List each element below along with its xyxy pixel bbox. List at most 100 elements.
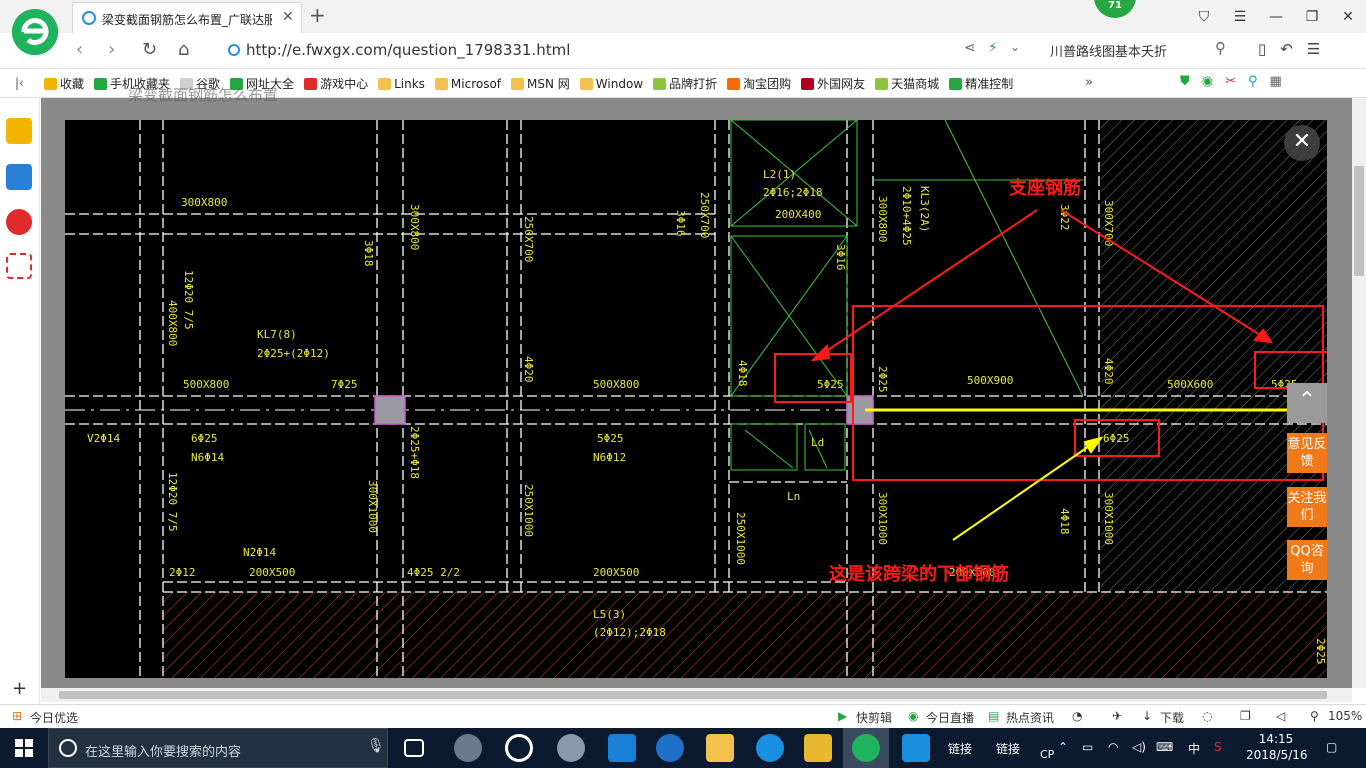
taskbar-clock[interactable]: 14:15 2018/5/16 [1246, 731, 1308, 763]
start-button[interactable] [0, 728, 48, 768]
edge-icon[interactable] [608, 734, 636, 762]
mobile-icon[interactable]: ▯ [1258, 40, 1266, 58]
360-browser-icon[interactable] [852, 734, 880, 762]
ie-browser-icon[interactable] [505, 734, 533, 762]
search-icon[interactable]: ⚲ [1215, 39, 1226, 57]
hot-news-link[interactable]: 热点资讯 [1006, 709, 1054, 726]
live-link[interactable]: 今日直播 [926, 709, 974, 726]
back-icon[interactable]: ‹ [76, 39, 83, 60]
wifi-icon[interactable]: ◠ [1108, 740, 1118, 754]
bookmark-item[interactable]: Window [579, 75, 643, 92]
close-window-button[interactable]: ✕ [1330, 0, 1366, 33]
tab-active[interactable]: 梁变截面钢筋怎么布置_广联达服 ✕ [72, 2, 302, 33]
sound-icon[interactable]: ◁ [1276, 709, 1285, 723]
forward-icon[interactable]: › [108, 39, 115, 60]
battery-icon[interactable]: ▭ [1082, 740, 1093, 754]
site-security-icon[interactable] [228, 44, 240, 56]
sidebar-add-icon[interactable]: + [12, 678, 27, 699]
shield-icon[interactable]: ⛊ [1180, 74, 1190, 89]
scrollbar-thumb[interactable] [59, 691, 1327, 699]
annotation-arrow-yellow [952, 436, 1104, 541]
taskbar-link-2[interactable]: 链接 [996, 740, 1020, 757]
menu-icon[interactable]: ☰ [1222, 0, 1258, 33]
grid-icon[interactable]: ▦ [1270, 74, 1282, 89]
bookmarks-overflow-icon[interactable]: » [1085, 75, 1093, 90]
speed-mode-icon[interactable]: ⚡ [988, 40, 998, 56]
bookmark-item[interactable]: 收藏 [44, 75, 84, 92]
keyboard-icon[interactable]: ⌨ [1156, 740, 1173, 754]
weibo-icon[interactable] [6, 209, 32, 235]
home-icon[interactable]: ⌂ [178, 39, 189, 60]
fan-app-icon[interactable] [454, 734, 482, 762]
scrollbar-thumb[interactable] [1354, 166, 1364, 276]
minimize-button[interactable]: — [1258, 0, 1294, 33]
restore-button[interactable]: ❐ [1294, 0, 1330, 33]
quick-edit-link[interactable]: 快剪辑 [856, 709, 892, 726]
pin-icon[interactable]: ✈ [1112, 709, 1122, 723]
download-accel-icon[interactable]: ◉ [1202, 74, 1213, 89]
task-view-icon[interactable] [404, 739, 424, 757]
feedback-button[interactable]: 意见反馈 [1287, 433, 1327, 473]
bookmark-item[interactable]: 天猫商城 [875, 75, 939, 92]
volume-icon[interactable]: ◁) [1132, 740, 1146, 754]
reload-icon[interactable]: ↻ [142, 39, 157, 60]
microphone-icon[interactable]: 🎙 [367, 738, 385, 754]
search-tool-icon[interactable]: ⚲ [1248, 74, 1258, 89]
new-tab-button[interactable]: + [309, 3, 326, 27]
more-menu-icon[interactable]: ☰ [1307, 40, 1320, 58]
bookmark-item[interactable]: Microsof [434, 75, 501, 92]
chevron-down-icon[interactable]: ⌄ [1010, 40, 1020, 54]
share-icon[interactable]: ⋖ [964, 40, 976, 56]
horizontal-scrollbar[interactable] [41, 688, 1352, 702]
clean-icon[interactable]: ◌ [1202, 709, 1212, 723]
skin-icon[interactable]: ⛉ [1186, 0, 1222, 33]
speed-icon[interactable]: ◔ [1072, 709, 1082, 723]
tab-close-icon[interactable]: ✕ [282, 9, 294, 25]
bookmark-label: 品牌打折 [669, 77, 718, 91]
scissors-icon[interactable]: ✂ [1225, 74, 1236, 89]
bookmark-item[interactable]: 外国网友 [801, 75, 865, 92]
browser-logo-icon[interactable] [12, 9, 58, 55]
site-favicon-icon [82, 11, 96, 25]
favorites-star-icon[interactable] [6, 118, 32, 144]
sogou-icon[interactable]: S [1214, 740, 1222, 754]
tray-chevron-icon[interactable]: ⌃ [1058, 740, 1068, 754]
today-picks-link[interactable]: 今日优选 [30, 709, 78, 726]
mail-icon[interactable] [6, 253, 32, 279]
browser-app-icon[interactable] [557, 734, 585, 762]
g-app-icon[interactable] [756, 734, 784, 762]
undo-icon[interactable]: ↶ [1280, 40, 1293, 58]
ime-indicator[interactable]: CP [1040, 748, 1054, 761]
action-center-icon[interactable]: ▢ [1326, 740, 1337, 754]
close-viewer-button[interactable]: ✕ [1284, 125, 1320, 161]
follow-us-button[interactable]: 关注我们 [1287, 487, 1327, 527]
vertical-scrollbar[interactable] [1352, 98, 1366, 688]
network-app-icon[interactable] [902, 734, 930, 762]
qq-consult-button[interactable]: QQ咨询 [1287, 540, 1327, 580]
back-to-top-button[interactable]: ⌃ [1287, 383, 1327, 423]
cad-label: 200X400 [775, 208, 821, 221]
zoom-level[interactable]: 105% [1328, 709, 1362, 723]
bookmark-item[interactable]: 游戏中心 [304, 75, 368, 92]
file-explorer-icon[interactable] [706, 734, 734, 762]
sidebar-toggle-icon[interactable]: |‹ [15, 76, 24, 90]
language-indicator[interactable]: 中 [1188, 740, 1200, 757]
download-link[interactable]: 下载 [1160, 709, 1184, 726]
internet-explorer-icon[interactable] [656, 734, 684, 762]
bookmark-item[interactable]: 品牌打折 [653, 75, 717, 92]
window-icon[interactable]: ❐ [1240, 709, 1251, 723]
cad-label: 200X500 [593, 566, 639, 579]
cad-image-viewer[interactable]: 300X800 400X800 12Φ20 7/5 KL7(8) 2Φ25+(2… [65, 120, 1327, 678]
taskbar-search-box[interactable]: 在这里输入你要搜索的内容 🎙 [48, 728, 388, 768]
news-list-icon[interactable] [6, 164, 32, 190]
bookmark-item[interactable]: Links [378, 75, 425, 92]
url-input[interactable]: http://e.fwxgx.com/question_1798331.html… [222, 38, 1032, 64]
notes-app-icon[interactable] [804, 734, 832, 762]
search-input[interactable]: 川普路线图基本夭折 [1050, 41, 1167, 60]
notification-badge[interactable]: 71 [1094, 0, 1136, 18]
bookmark-item[interactable]: 淘宝团购 [727, 75, 791, 92]
cad-drawing: 300X800 400X800 12Φ20 7/5 KL7(8) 2Φ25+(2… [65, 120, 1327, 678]
bookmark-item[interactable]: 精准控制 [949, 75, 1013, 92]
taskbar-link-1[interactable]: 链接 [948, 740, 972, 757]
bookmark-item[interactable]: MSN 网 [511, 75, 570, 92]
